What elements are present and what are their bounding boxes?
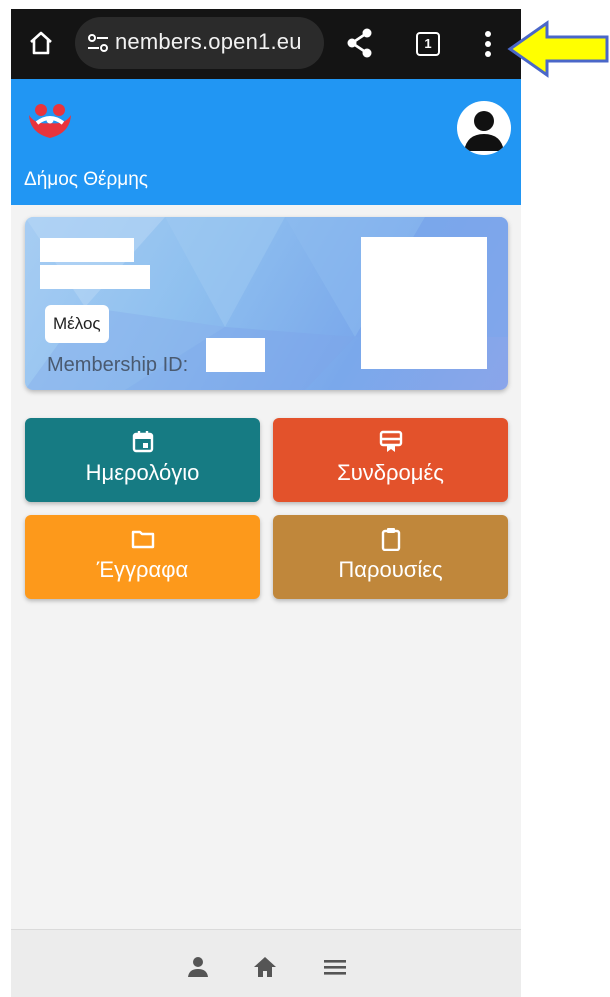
redacted-first-name xyxy=(40,238,134,262)
logo xyxy=(29,104,71,138)
role-badge: Μέλος xyxy=(45,305,109,343)
calendar-icon xyxy=(132,431,153,453)
site-settings-icon[interactable] xyxy=(87,32,109,54)
redacted-membership-id xyxy=(206,338,265,372)
tab-switcher-button[interactable]: 1 xyxy=(416,32,440,56)
home-icon[interactable] xyxy=(252,954,278,980)
attendance-tile[interactable]: Παρουσίες xyxy=(273,515,508,599)
app-header: Δήμος Θέρμης xyxy=(11,79,521,205)
arrow-left-icon xyxy=(507,20,609,78)
more-vert-icon[interactable] xyxy=(481,29,495,59)
documents-label: Έγγραφα xyxy=(96,557,189,582)
person-icon[interactable] xyxy=(185,954,211,980)
membership-card: Μέλος Membership ID: xyxy=(25,217,508,390)
address-bar[interactable]: nembers.open1.eu xyxy=(75,17,324,69)
url-text[interactable]: nembers.open1.eu xyxy=(115,29,302,55)
attendance-label: Παρουσίες xyxy=(338,557,443,582)
documents-tile[interactable]: Έγγραφα xyxy=(25,515,260,599)
subscriptions-label: Συνδρομές xyxy=(337,460,444,485)
browser-toolbar: nembers.open1.eu 1 xyxy=(11,9,521,79)
home-icon[interactable] xyxy=(27,29,55,57)
bottom-navigation xyxy=(11,929,521,997)
profile-avatar-button[interactable] xyxy=(457,101,511,155)
share-icon[interactable] xyxy=(345,27,375,59)
menu-icon[interactable] xyxy=(322,954,348,980)
calendar-tile[interactable]: Ημερολόγιο xyxy=(25,418,260,502)
calendar-label: Ημερολόγιο xyxy=(85,460,200,485)
phone-screen: nembers.open1.eu 1 Δήμος Θέρμης Μέλος Me… xyxy=(11,9,521,997)
folder-icon xyxy=(131,530,154,549)
subscriptions-tile[interactable]: Συνδρομές xyxy=(273,418,508,502)
clipboard-icon xyxy=(381,528,400,551)
redacted-member-photo xyxy=(361,237,487,369)
organization-name: Δήμος Θέρμης xyxy=(24,169,148,190)
membership-id-label: Membership ID: xyxy=(47,354,189,376)
person-icon xyxy=(464,111,504,151)
subscription-icon xyxy=(379,430,402,452)
redacted-last-name xyxy=(40,265,150,289)
